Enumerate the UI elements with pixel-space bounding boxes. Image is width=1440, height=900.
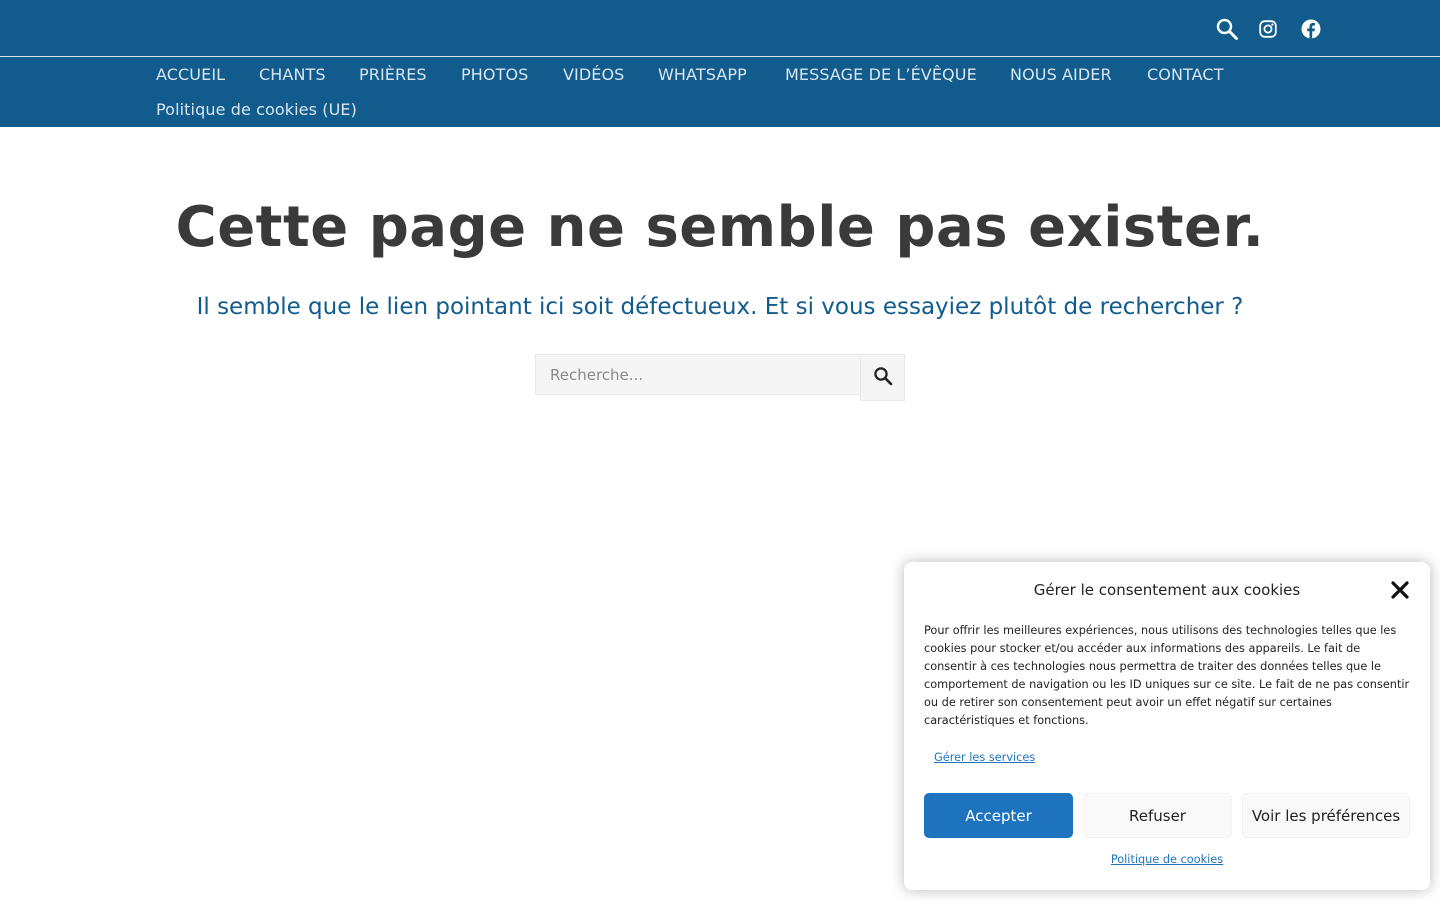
search-button[interactable] [860,354,905,401]
accept-button[interactable]: Accepter [924,793,1073,838]
nav-item-photos[interactable]: PHOTOS [461,65,528,85]
preferences-button[interactable]: Voir les préférences [1242,793,1410,838]
close-icon[interactable] [1390,580,1410,600]
nav-item-chants[interactable]: CHANTS [259,65,326,85]
nav-item-cookie-policy[interactable]: Politique de cookies (UE) [156,100,357,120]
search-form [535,354,905,401]
cookie-description: Pour offrir les meilleures expériences, … [924,624,1410,727]
nav-item-message-eveque[interactable]: MESSAGE DE L’ÉVÊQUE [785,65,977,85]
top-bar [0,0,1440,56]
nav-item-contact[interactable]: CONTACT [1147,65,1224,85]
cookie-policy-link[interactable]: Politique de cookies [1111,853,1223,866]
cookie-consent-dialog: Gérer le consentement aux cookies Pour o… [904,562,1430,890]
refuse-button[interactable]: Refuser [1083,793,1232,838]
search-input[interactable] [535,354,861,395]
nav-item-accueil[interactable]: ACCUEIL [156,65,225,85]
search-icon[interactable] [1214,16,1240,42]
main-nav: ACCUEIL CHANTS PRIÈRES PHOTOS VIDÉOS WHA… [0,57,1440,127]
page: ACCUEIL CHANTS PRIÈRES PHOTOS VIDÉOS WHA… [0,0,1440,900]
page-subtitle: Il semble que le lien pointant ici soit … [196,294,1244,320]
manage-services-link[interactable]: Gérer les services [934,751,1035,764]
page-title: Cette page ne semble pas exister. [175,195,1265,260]
search-icon [873,366,893,389]
nav-item-videos[interactable]: VIDÉOS [563,65,624,85]
nav-item-nous-aider[interactable]: NOUS AIDER [1010,65,1112,85]
cookie-policy-row: Politique de cookies [904,853,1430,866]
cookie-title: Gérer le consentement aux cookies [1033,581,1301,599]
facebook-icon[interactable] [1298,16,1324,42]
instagram-icon[interactable] [1255,16,1281,42]
nav-item-prieres[interactable]: PRIÈRES [359,65,427,85]
nav-item-whatsapp[interactable]: WHATSAPP [658,65,747,85]
